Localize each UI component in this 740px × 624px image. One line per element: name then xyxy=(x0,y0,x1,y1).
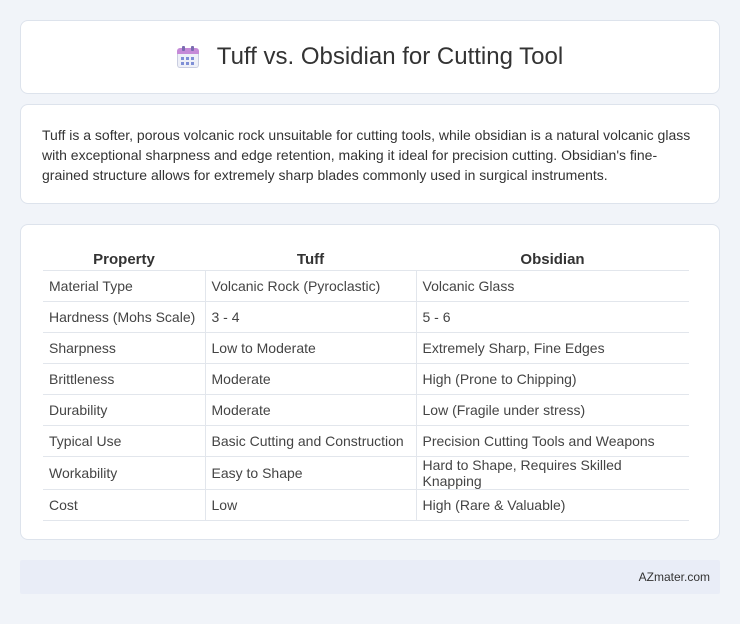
row-obsidian: Extremely Sharp, Fine Edges xyxy=(415,332,689,364)
table-row: Cost Low High (Rare & Valuable) xyxy=(43,489,689,521)
comparison-table: Property Tuff Obsidian Material Type Vol… xyxy=(43,245,689,521)
row-tuff: Moderate xyxy=(204,394,416,426)
row-property: Cost xyxy=(43,489,205,521)
row-property: Brittleness xyxy=(43,363,205,395)
row-property: Sharpness xyxy=(43,332,205,364)
table-row: Material Type Volcanic Rock (Pyroclastic… xyxy=(43,270,689,302)
row-property: Workability xyxy=(43,456,205,490)
table-row: Sharpness Low to Moderate Extremely Shar… xyxy=(43,332,689,364)
header-obsidian: Obsidian xyxy=(416,245,689,271)
row-property: Durability xyxy=(43,394,205,426)
row-obsidian: High (Rare & Valuable) xyxy=(415,489,689,521)
row-tuff: 3 - 4 xyxy=(204,301,416,333)
row-obsidian: 5 - 6 xyxy=(415,301,689,333)
row-obsidian: Hard to Shape, Requires Skilled Knapping xyxy=(415,456,689,490)
row-tuff: Basic Cutting and Construction xyxy=(204,425,416,457)
row-tuff: Low to Moderate xyxy=(204,332,416,364)
row-tuff: Low xyxy=(204,489,416,521)
page-title: Tuff vs. Obsidian for Cutting Tool xyxy=(216,43,564,70)
row-obsidian: Volcanic Glass xyxy=(415,270,689,302)
row-property: Hardness (Mohs Scale) xyxy=(43,301,205,333)
header-tuff: Tuff xyxy=(205,245,416,271)
calendar-icon xyxy=(176,46,199,68)
intro-card: Tuff is a softer, porous volcanic rock u… xyxy=(20,104,720,204)
intro-text: Tuff is a softer, porous volcanic rock u… xyxy=(42,127,691,183)
title-card: Tuff vs. Obsidian for Cutting Tool xyxy=(20,20,720,94)
table-row: Workability Easy to Shape Hard to Shape,… xyxy=(43,456,689,490)
footer: AZmater.com xyxy=(20,560,720,594)
header-property: Property xyxy=(43,245,205,271)
table-row: Hardness (Mohs Scale) 3 - 4 5 - 6 xyxy=(43,301,689,333)
table-header-row: Property Tuff Obsidian xyxy=(43,245,689,271)
row-tuff: Volcanic Rock (Pyroclastic) xyxy=(204,270,416,302)
table-row: Typical Use Basic Cutting and Constructi… xyxy=(43,425,689,457)
row-tuff: Easy to Shape xyxy=(204,456,416,490)
row-property: Typical Use xyxy=(43,425,205,457)
table-row: Durability Moderate Low (Fragile under s… xyxy=(43,394,689,426)
table-row: Brittleness Moderate High (Prone to Chip… xyxy=(43,363,689,395)
table-card: Property Tuff Obsidian Material Type Vol… xyxy=(20,224,720,540)
row-obsidian: High (Prone to Chipping) xyxy=(415,363,689,395)
row-tuff: Moderate xyxy=(204,363,416,395)
row-obsidian: Low (Fragile under stress) xyxy=(415,394,689,426)
row-property: Material Type xyxy=(43,270,205,302)
footer-brand: AZmater.com xyxy=(638,570,710,584)
row-obsidian: Precision Cutting Tools and Weapons xyxy=(415,425,689,457)
